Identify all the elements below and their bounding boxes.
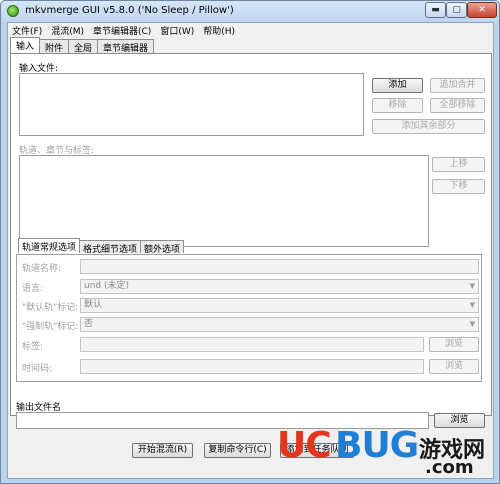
- menu-bar: 文件(F) 混流(M) 章节编辑器(C) 窗口(W) 帮助(H): [8, 23, 493, 37]
- tags-label: 标签:: [22, 342, 44, 352]
- menu-mux[interactable]: 混流(M): [47, 23, 89, 37]
- tags-browse-button[interactable]: 浏览: [429, 337, 479, 352]
- language-value: und (未定): [84, 281, 130, 291]
- menu-file[interactable]: 文件(F): [8, 23, 47, 37]
- move-down-button[interactable]: 下移: [432, 179, 485, 194]
- close-button[interactable]: ✕: [467, 2, 497, 18]
- track-options-panel: 轨道名称: 语言: und (未定) ▼ "默认轨"标记: 默认 ▼ "强制轨"…: [16, 254, 482, 382]
- tab-extra-options[interactable]: 额外选项: [140, 240, 185, 255]
- default-flag-select[interactable]: 默认 ▼: [80, 298, 479, 313]
- input-files-list[interactable]: [19, 73, 364, 136]
- window-title: mkvmerge GUI v5.8.0 ('No Sleep / Pillow'…: [25, 5, 234, 16]
- track-subtabs: 轨道常规选项 格式细节选项 额外选项: [18, 238, 185, 255]
- tags-field[interactable]: [80, 337, 424, 352]
- start-muxing-button[interactable]: 开始混流(R): [132, 443, 193, 458]
- chevron-down-icon: ▼: [469, 320, 475, 328]
- watermark-com: .com: [425, 457, 474, 478]
- chevron-down-icon: ▼: [469, 301, 475, 309]
- move-up-button[interactable]: 上移: [432, 157, 485, 172]
- chevron-down-icon: ▼: [469, 282, 475, 290]
- ucbug-watermark-logo: UC BUG 游戏网 .com: [277, 426, 492, 479]
- watermark-bug: BUG: [335, 425, 419, 466]
- default-flag-label: "默认轨"标记:: [22, 303, 79, 313]
- add-button[interactable]: 添加: [372, 78, 423, 93]
- language-label: 语言:: [22, 284, 44, 294]
- remove-all-button[interactable]: 全部移除: [430, 98, 485, 113]
- maximize-button[interactable]: ▢: [446, 2, 467, 18]
- forced-flag-select[interactable]: 否 ▼: [80, 317, 479, 332]
- minimize-button[interactable]: ▬: [425, 2, 446, 18]
- menu-chapter-editor[interactable]: 章节编辑器(C): [89, 23, 156, 37]
- timecodes-browse-button[interactable]: 浏览: [429, 359, 479, 374]
- forced-flag-label: "强制轨"标记:: [22, 322, 79, 332]
- timecodes-label: 时间码:: [22, 364, 53, 374]
- add-other-button[interactable]: 添加其余部分: [372, 119, 485, 134]
- track-name-field[interactable]: [80, 259, 479, 274]
- title-bar[interactable]: mkvmerge GUI v5.8.0 ('No Sleep / Pillow'…: [1, 1, 499, 22]
- menu-help[interactable]: 帮助(H): [199, 23, 240, 37]
- language-select[interactable]: und (未定) ▼: [80, 279, 479, 294]
- mkvmerge-app-icon: [7, 5, 19, 17]
- remove-button[interactable]: 移除: [372, 98, 423, 113]
- append-button[interactable]: 追加合并: [430, 78, 485, 93]
- timecodes-field[interactable]: [80, 359, 424, 374]
- default-flag-value: 默认: [84, 300, 103, 310]
- main-tabs: 输入 附件 全局 章节编辑器: [10, 37, 155, 54]
- track-name-label: 轨道名称:: [22, 264, 62, 274]
- tab-format-details[interactable]: 格式细节选项: [79, 240, 142, 255]
- forced-flag-value: 否: [84, 319, 94, 329]
- client-area: 文件(F) 混流(M) 章节编辑器(C) 窗口(W) 帮助(H) 输入 附件 全…: [7, 22, 494, 479]
- tab-track-general[interactable]: 轨道常规选项: [18, 238, 81, 253]
- tab-attachments[interactable]: 附件: [39, 39, 70, 54]
- menu-window[interactable]: 窗口(W): [156, 23, 199, 37]
- copy-command-line-button[interactable]: 复制命令行(C): [204, 443, 271, 458]
- watermark-uc: UC: [277, 425, 332, 466]
- main-window: mkvmerge GUI v5.8.0 ('No Sleep / Pillow'…: [0, 0, 500, 484]
- tracks-list[interactable]: [19, 155, 429, 247]
- tab-global[interactable]: 全局: [68, 39, 99, 54]
- tab-input[interactable]: 输入: [10, 37, 41, 53]
- tab-chapter-editor[interactable]: 章节编辑器: [97, 39, 155, 54]
